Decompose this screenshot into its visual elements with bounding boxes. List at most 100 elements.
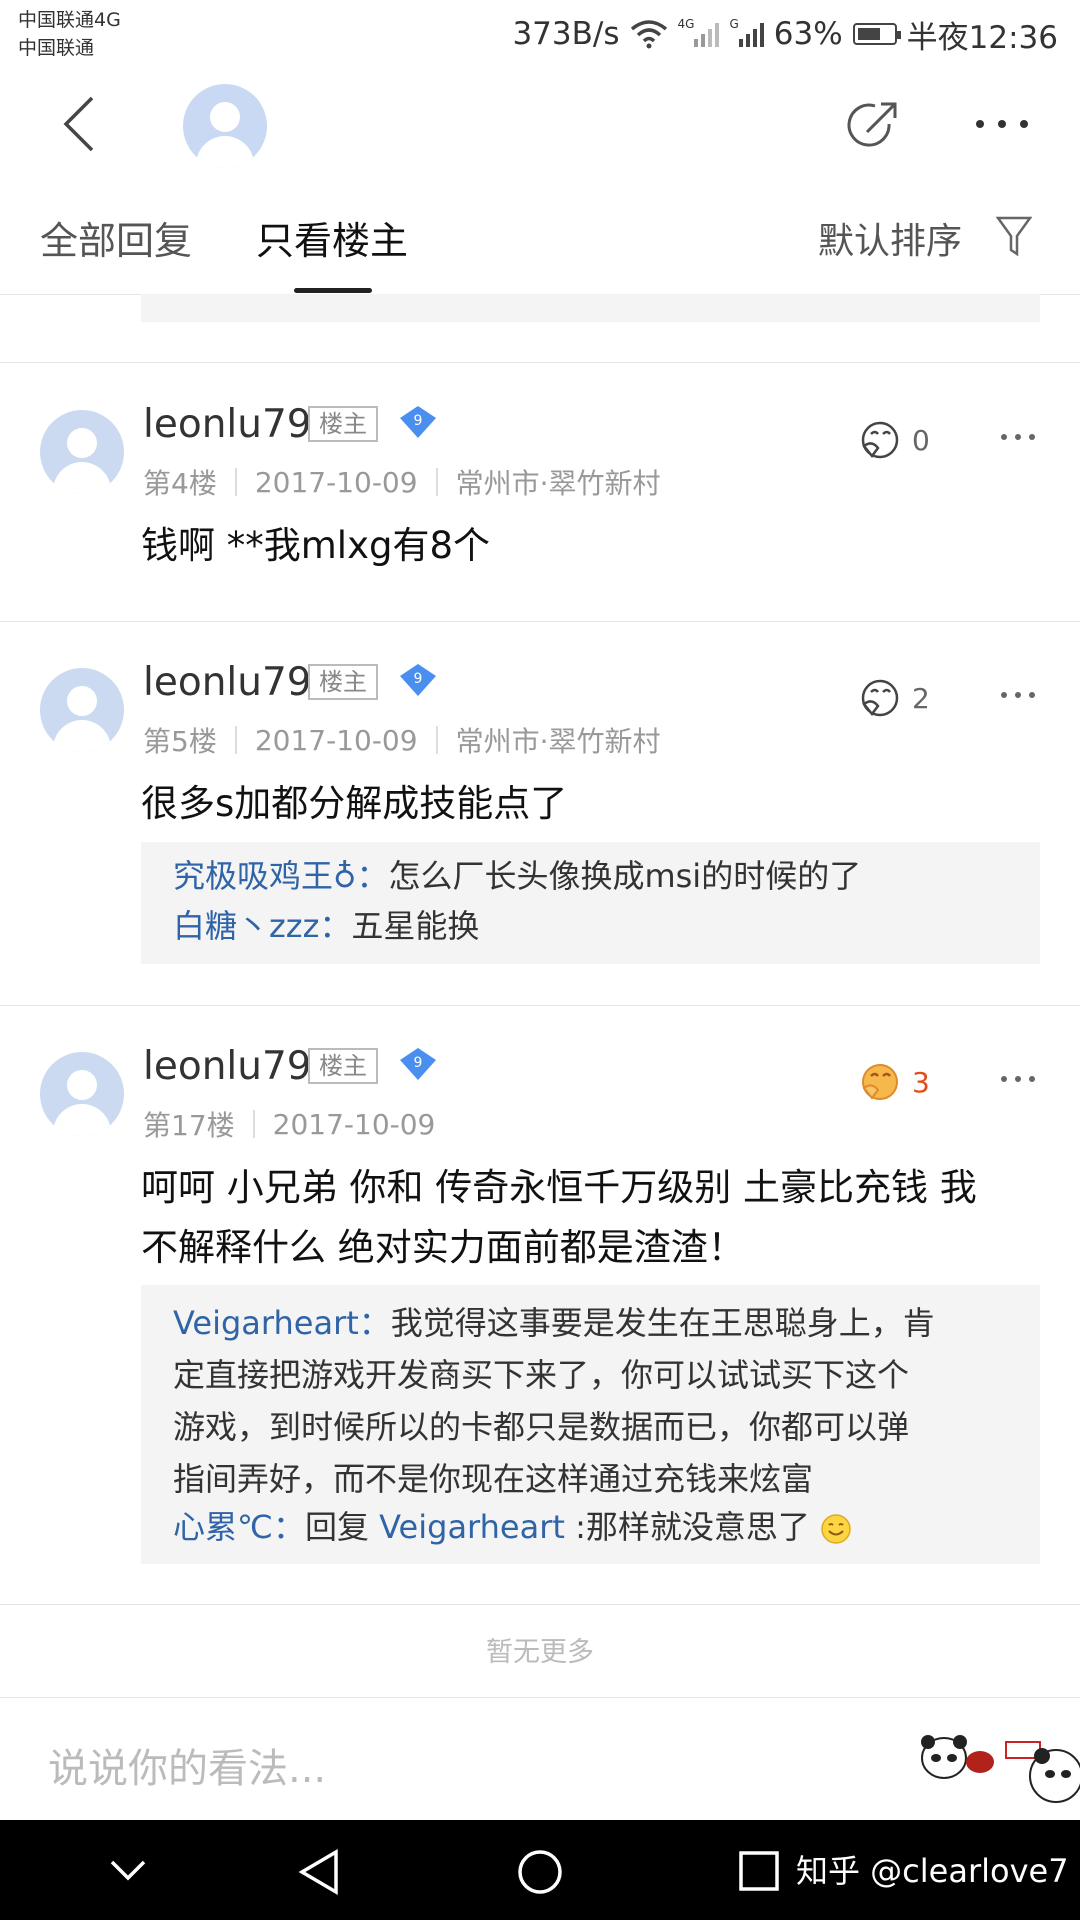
like-count: 0 [912,423,930,457]
post-content-line: 呵呵 小兄弟 你和 传奇永恒千万级别 土豪比充钱 我 [141,1166,977,1209]
host-badge: 楼主 [308,1048,378,1084]
smile-emoji-icon [821,1514,851,1544]
comment-bar: 说说你的看法... [0,1697,1080,1821]
reply-text: :那样就没意思了 [564,1508,810,1546]
system-nav-bar: 知乎 @clearlove7 [0,1820,1080,1920]
tab-host-only[interactable]: 只看楼主 [256,210,408,265]
carrier-1: 中国联通4G [18,9,121,31]
more-options-icon[interactable] [1000,432,1036,442]
reply-author[interactable]: 究极吸鸡王♁： [173,857,388,895]
like-emoji-icon [861,421,899,459]
post-date: 2017-10-09 [254,723,418,757]
no-more-text: 暂无更多 [486,1637,594,1668]
floor-number: 第5楼 [143,725,217,758]
more-options-icon[interactable] [1000,1074,1036,1084]
more-options-icon[interactable] [1000,690,1036,700]
active-tab-indicator [294,288,372,293]
level-badge-icon: 9 [400,1048,436,1080]
avatar[interactable] [40,668,124,752]
reply-author[interactable]: Veigarheart： [173,1304,391,1342]
sort-button[interactable]: 默认排序 [818,212,962,264]
like-button[interactable]: 2 [858,678,930,718]
level-number: 9 [414,671,423,687]
divider [0,362,1080,363]
like-emoji-icon [861,679,899,717]
reply-text: 定直接把游戏开发商买下来了，你可以试试买下这个 [173,1356,910,1394]
status-bar: 中国联通4G 中国联通 373B/s 4G G 63% 半夜12:36 [0,0,1080,70]
filter-icon[interactable] [996,216,1032,258]
sticker-icon[interactable] [916,1728,1080,1808]
chevron-down-icon[interactable] [108,1858,148,1882]
sig2-label: G [729,17,739,31]
reply-text: 五星能换 [351,907,480,945]
avatar[interactable] [40,1052,124,1136]
battery-icon [852,23,901,45]
reply-prefix: 回复 [304,1508,380,1546]
username[interactable]: leonlu79 [143,1044,312,1089]
share-icon[interactable] [845,98,901,154]
floor-number: 第4楼 [143,467,217,500]
reply-text: 指间弄好，而不是你现在这样通过充钱来炫富 [173,1460,814,1498]
watermark-text: 知乎 @clearlove7 [796,1852,1069,1890]
reply-text: 我觉得这事要是发生在王思聪身上，肯 [390,1304,935,1342]
comment-input[interactable]: 说说你的看法... [48,1736,326,1794]
previous-reply-box [141,294,1040,322]
post-date: 2017-10-09 [272,1107,436,1141]
host-badge: 楼主 [308,664,378,700]
post-meta: 第5楼 2017-10-09 常州市·翠竹新村 [143,720,660,760]
like-count: 3 [912,1065,930,1099]
avatar[interactable] [40,410,124,494]
reply-tabs: 全部回复 只看楼主 默认排序 [0,180,1080,295]
post-content: 钱啊 **我mlxg有8个 [141,524,491,567]
back-arrow-icon[interactable] [58,94,114,154]
like-count: 2 [912,681,930,715]
level-number: 9 [414,413,423,429]
clock: 半夜12:36 [906,19,1058,56]
home-circle-icon[interactable] [516,1848,564,1896]
sub-reply[interactable]: 究极吸鸡王♁：怎么厂长头像换成msi的时候的了 [173,850,861,902]
reply-author[interactable]: 心累℃： [173,1508,305,1546]
more-icon[interactable] [972,114,1032,134]
battery-percent: 63% [773,16,843,52]
username[interactable]: leonlu79 [143,402,312,447]
post-location: 常州市·翠竹新村 [455,725,661,758]
post-content: 呵呵 小兄弟 你和 传奇永恒千万级别 土豪比充钱 我 不解释什么 绝对实力面前都… [141,1158,977,1278]
host-badge: 楼主 [308,406,378,442]
sub-replies: 究极吸鸡王♁：怎么厂长头像换成msi的时候的了 白糖丶zzz：五星能换 [141,842,1040,964]
sub-reply[interactable]: Veigarheart：我觉得这事要是发生在王思聪身上，肯 定直接把游戏开发商买… [173,1297,1013,1505]
post-content-line: 不解释什么 绝对实力面前都是渣渣！ [141,1226,745,1269]
post-location: 常州市·翠竹新村 [455,467,661,500]
tab-all-replies[interactable]: 全部回复 [40,210,192,265]
reply-author[interactable]: 白糖丶zzz： [173,907,351,945]
signal-icon [738,21,764,47]
net-speed: 373B/s [512,16,620,52]
post-date: 2017-10-09 [254,465,418,499]
carrier-2: 中国联通 [18,37,95,59]
reply-text: 怎么厂长头像换成msi的时候的了 [388,857,862,895]
like-button[interactable]: 0 [858,420,930,460]
post-meta: 第17楼 2017-10-09 [143,1104,435,1144]
divider [0,621,1080,622]
sub-replies: Veigarheart：我觉得这事要是发生在王思聪身上，肯 定直接把游戏开发商买… [141,1285,1040,1564]
top-nav [0,70,1080,180]
reply-mention[interactable]: Veigarheart [379,1508,565,1546]
recents-square-icon[interactable] [738,1850,780,1892]
sig1-label: 4G [677,17,695,31]
level-number: 9 [414,1055,423,1071]
level-badge-icon: 9 [400,664,436,696]
post-meta: 第4楼 2017-10-09 常州市·翠竹新村 [143,462,660,502]
signal-icon [694,21,720,47]
post-content: 很多s加都分解成技能点了 [141,782,568,825]
divider [0,1604,1080,1605]
like-button[interactable]: 3 [858,1062,930,1102]
back-triangle-icon[interactable] [296,1848,340,1896]
floor-number: 第17楼 [143,1109,235,1142]
level-badge-icon: 9 [400,406,436,438]
reply-text: 游戏，到时候所以的卡都只是数据而已，你都可以弹 [173,1408,910,1446]
sub-reply[interactable]: 心累℃：回复 Veigarheart :那样就没意思了 [173,1501,852,1553]
divider [0,1005,1080,1006]
username[interactable]: leonlu79 [143,660,312,705]
avatar[interactable] [183,84,267,168]
like-emoji-active-icon [862,1064,898,1100]
sub-reply[interactable]: 白糖丶zzz：五星能换 [173,900,479,952]
